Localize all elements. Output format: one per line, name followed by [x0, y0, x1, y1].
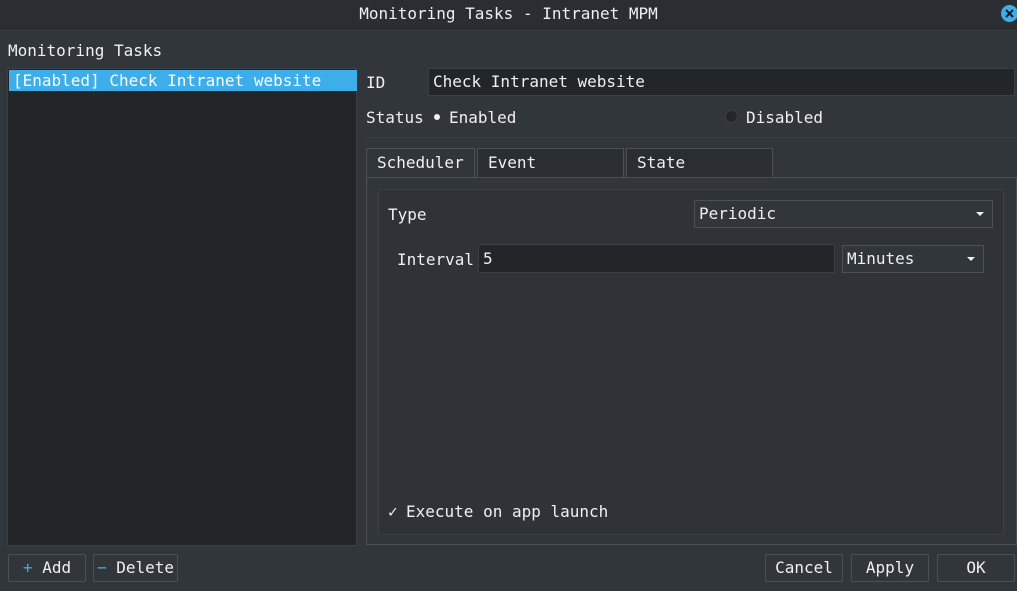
interval-unit-dropdown[interactable]: Minutes [842, 245, 984, 273]
disabled-radio-label[interactable]: Disabled [746, 108, 823, 127]
interval-input[interactable]: 5 [478, 244, 835, 273]
minus-icon: − [96, 558, 107, 577]
cancel-button[interactable]: Cancel [765, 554, 843, 582]
interval-label: Interval [397, 250, 475, 269]
chevron-down-icon [967, 257, 975, 261]
task-list-item[interactable]: [Enabled] Check Intranet website [9, 70, 357, 91]
id-label: ID [366, 73, 386, 92]
tab-state-storage[interactable]: State Storage [626, 148, 773, 200]
apply-button[interactable]: Apply [851, 554, 929, 582]
id-field[interactable]: Check Intranet website [428, 68, 1015, 96]
disabled-radio[interactable] [725, 110, 738, 123]
divider [366, 137, 1017, 138]
plus-icon: + [22, 558, 33, 577]
enabled-radio[interactable] [430, 110, 443, 123]
chevron-down-icon [976, 212, 984, 216]
task-list[interactable]: [Enabled] Check Intranet website [7, 68, 357, 546]
delete-button-label: Delete [116, 558, 175, 577]
status-label: Status [366, 108, 424, 127]
type-dropdown-value: Periodic [699, 204, 777, 223]
ok-button[interactable]: OK [937, 554, 1015, 582]
scheduler-group [378, 189, 1004, 535]
add-button[interactable]: + Add [8, 554, 86, 582]
type-label: Type [388, 205, 427, 224]
close-icon [1005, 9, 1014, 18]
interval-unit-value: Minutes [847, 249, 915, 268]
task-list-label: Monitoring Tasks [8, 41, 163, 60]
add-button-label: Add [42, 558, 72, 577]
type-dropdown[interactable]: Periodic [694, 200, 993, 228]
execute-on-launch-checkbox[interactable]: Execute on app launch [406, 502, 608, 521]
close-button[interactable] [1001, 5, 1017, 22]
tab-scheduler[interactable]: Scheduler [366, 148, 475, 177]
delete-button[interactable]: − Delete [93, 554, 178, 582]
window-title: Monitoring Tasks - Intranet MPM [359, 4, 658, 23]
tab-event-trigger[interactable]: Event Trigger [477, 148, 624, 200]
enabled-radio-label[interactable]: Enabled [449, 108, 516, 127]
checkmark-icon[interactable]: ✓ [388, 502, 398, 521]
